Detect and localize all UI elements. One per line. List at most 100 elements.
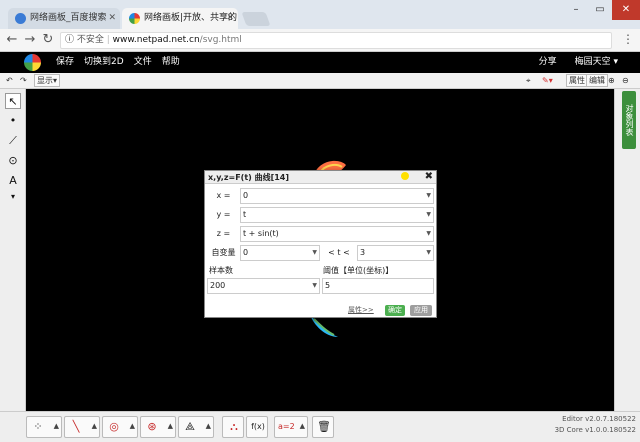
- window-close-icon[interactable]: ✕: [612, 0, 640, 20]
- apply-button[interactable]: 应用: [410, 305, 432, 316]
- object-list-tab[interactable]: 对象列表: [622, 91, 636, 149]
- threshold-input[interactable]: 5: [322, 278, 434, 294]
- more-tools-icon[interactable]: ▾: [5, 189, 21, 205]
- samples-value: 200: [210, 281, 226, 290]
- trash-icon: 🗑: [317, 420, 331, 433]
- var-max-value: 3: [360, 248, 366, 257]
- url-input[interactable]: ⓘ 不安全 | www.netpad.net.cn/svg.html: [60, 32, 612, 49]
- polygon-group-button[interactable]: ⊛ ▲: [140, 416, 176, 438]
- netpad-favicon-icon: [129, 13, 140, 24]
- browser-tabbar: 网络画板_百度搜索 ✕ 网络画板|开放、共享的 ✕ – ▭ ✕: [0, 0, 640, 29]
- property-button[interactable]: 属性: [566, 74, 588, 87]
- forward-icon[interactable]: →: [22, 32, 38, 48]
- reload-icon[interactable]: ↻: [40, 32, 56, 48]
- caret-icon: ▲: [299, 422, 305, 430]
- right-panel: 对象列表: [614, 89, 640, 411]
- var-max-input[interactable]: 3 ▼: [357, 245, 434, 261]
- x-row: x = 0 ▼: [207, 187, 434, 204]
- undo-icon[interactable]: ↶: [6, 75, 13, 87]
- caret-icon: ▲: [53, 422, 59, 430]
- function-icon: f(x): [251, 422, 265, 431]
- line-icon: ╲: [72, 420, 80, 433]
- points-icon: ⁘: [33, 420, 43, 433]
- new-tab-button[interactable]: [241, 12, 271, 26]
- menu-file[interactable]: 文件: [134, 52, 152, 73]
- measure-icon: ⛬: [230, 420, 238, 433]
- y-input[interactable]: t ▼: [240, 207, 434, 223]
- baidu-favicon-icon: [15, 13, 26, 24]
- caret-icon: ▲: [91, 422, 97, 430]
- app-header-right: 分享 梅园天空 ▾: [539, 52, 618, 73]
- delete-button[interactable]: 🗑: [312, 416, 334, 438]
- z-label: z =: [216, 229, 231, 238]
- variable-icon: a=2: [278, 422, 295, 431]
- menu-save[interactable]: 保存: [56, 52, 74, 73]
- window-controls: – ▭ ✕: [564, 0, 640, 20]
- z-row: z = t + sin(t) ▼: [207, 225, 434, 242]
- circle-tool-icon[interactable]: ⊙: [5, 153, 21, 169]
- zoom-out-icon[interactable]: ⊖: [622, 75, 629, 87]
- tab-title: 网络画板_百度搜索: [30, 13, 107, 23]
- properties-link[interactable]: 属性>>: [348, 305, 374, 316]
- share-button[interactable]: 分享: [539, 52, 557, 73]
- version-info: Editor v2.0.7.180522 3D Core v1.0.0.1805…: [555, 414, 636, 436]
- transform-icon: ⟁: [185, 420, 195, 433]
- bottom-toolbar: ⁘ ▲ ╲ ▲ ◎ ▲ ⊛ ▲ ⟁ ▲ ⛬ f(x) a=2 ▲ 🗑 Editor v2.0…: [0, 411, 640, 442]
- caret-icon: ▲: [205, 422, 211, 430]
- ok-button[interactable]: 确定: [385, 305, 405, 316]
- browser-tab-baidu[interactable]: 网络画板_百度搜索 ✕: [8, 8, 120, 29]
- variable-group-button[interactable]: a=2 ▲: [274, 416, 308, 438]
- maximize-icon[interactable]: ▭: [588, 0, 612, 20]
- line-group-button[interactable]: ╲ ▲: [64, 416, 100, 438]
- display-label: 显示: [37, 76, 53, 85]
- variable-row: 自变量 0 ▼ < t < 3 ▼: [207, 244, 434, 261]
- dialog-close-icon[interactable]: ✖: [425, 171, 433, 183]
- z-input[interactable]: t + sin(t) ▼: [240, 226, 434, 242]
- text-tool-icon[interactable]: A: [5, 173, 21, 189]
- threshold-label: 阈值【单位(坐标)】: [323, 266, 394, 275]
- netpad-logo-icon: [24, 54, 41, 71]
- user-menu[interactable]: 梅园天空 ▾: [575, 52, 618, 73]
- edit-button[interactable]: 编辑: [586, 74, 608, 87]
- browser-menu-icon[interactable]: ⋮: [622, 32, 634, 46]
- select-tool-icon[interactable]: ↖: [5, 93, 21, 109]
- y-row: y = t ▼: [207, 206, 434, 223]
- user-name: 梅园天空: [574, 57, 611, 67]
- main-toolbar: ↶ ↷ 显示▾ ⌖ ✎▾ 属性 编辑 ⊕ ⊖: [0, 73, 640, 89]
- point-tool-icon[interactable]: •: [5, 113, 21, 129]
- cursor-highlight-icon: [401, 172, 409, 180]
- display-dropdown[interactable]: 显示▾: [34, 74, 61, 87]
- back-icon[interactable]: ←: [4, 32, 20, 48]
- tool-palette: ↖ • ⟋ ⊙ A ▾: [0, 89, 26, 411]
- redo-icon[interactable]: ↷: [20, 75, 27, 87]
- circle-icon: ◎: [109, 420, 119, 433]
- x-input[interactable]: 0 ▼: [240, 188, 434, 204]
- address-bar: ← → ↻ ⓘ 不安全 | www.netpad.net.cn/svg.html…: [0, 29, 640, 52]
- style-icon[interactable]: ⌖: [526, 75, 531, 87]
- tab-close-icon[interactable]: ✕: [108, 8, 116, 29]
- point-group-button[interactable]: ⁘ ▲: [26, 416, 62, 438]
- pen-color-icon[interactable]: ✎▾: [542, 75, 553, 87]
- dialog-header: x,y,z=F(t) 曲线[14] ✖: [205, 171, 436, 184]
- measure-button[interactable]: ⛬: [222, 416, 244, 438]
- polygon-icon: ⊛: [147, 420, 157, 433]
- function-button[interactable]: f(x): [246, 416, 268, 438]
- dropdown-arrow-icon: ▼: [426, 192, 431, 199]
- var-min-input[interactable]: 0 ▼: [240, 245, 320, 261]
- menu-switch-2d[interactable]: 切换到2D: [84, 52, 124, 73]
- info-icon: ⓘ: [65, 35, 77, 45]
- transform-group-button[interactable]: ⟁ ▲: [178, 416, 214, 438]
- tab-close-icon[interactable]: ✕: [226, 8, 234, 29]
- dropdown-arrow-icon: ▼: [312, 282, 317, 289]
- samples-input[interactable]: 200 ▼: [207, 278, 320, 294]
- minimize-icon[interactable]: –: [564, 0, 588, 20]
- tab-title: 网络画板|开放、共享的: [144, 13, 238, 23]
- circle-group-button[interactable]: ◎ ▲: [102, 416, 138, 438]
- security-label: 不安全: [76, 35, 104, 45]
- segment-tool-icon[interactable]: ⟋: [5, 133, 21, 149]
- dropdown-arrow-icon: ▼: [312, 249, 317, 256]
- menu-help[interactable]: 帮助: [162, 52, 180, 73]
- zoom-in-icon[interactable]: ⊕: [608, 75, 615, 87]
- caret-icon: ▲: [129, 422, 135, 430]
- browser-tab-netpad[interactable]: 网络画板|开放、共享的 ✕: [122, 8, 238, 29]
